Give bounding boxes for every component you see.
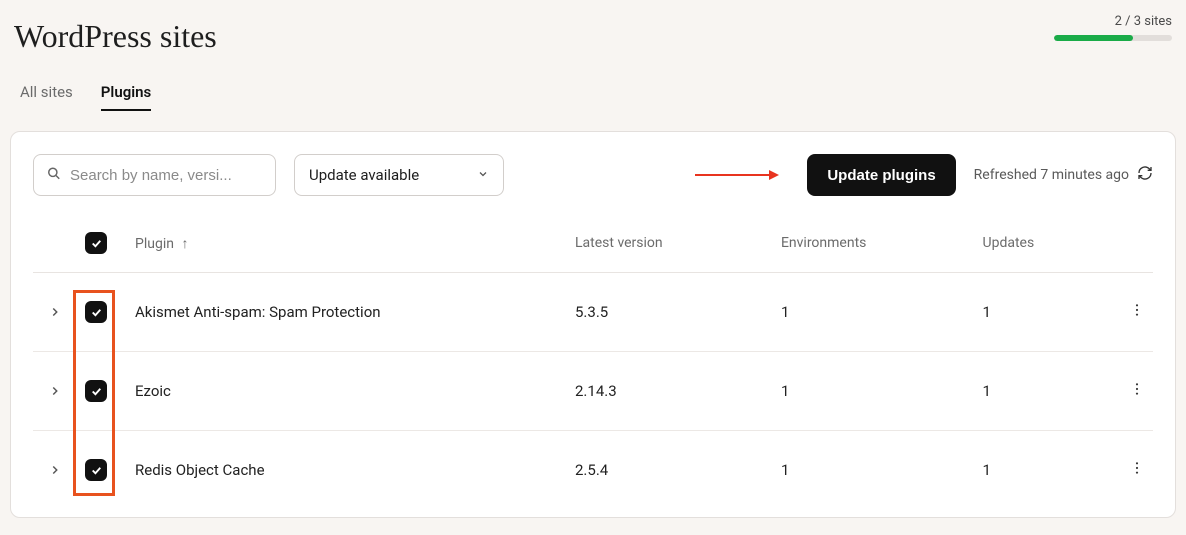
expand-toggle[interactable] xyxy=(41,305,69,319)
tabs: All sites Plugins xyxy=(0,55,1186,111)
table-row: Ezoic 2.14.3 1 1 xyxy=(33,352,1153,431)
filter-value: Update available xyxy=(309,166,419,184)
progress-fill xyxy=(1054,35,1133,41)
environments-count: 1 xyxy=(773,352,975,431)
column-plugin-label: Plugin xyxy=(135,236,174,252)
tab-all-sites[interactable]: All sites xyxy=(20,83,73,111)
table-row: Akismet Anti-spam: Spam Protection 5.3.5… xyxy=(33,273,1153,352)
latest-version: 5.3.5 xyxy=(567,273,773,352)
updates-count: 1 xyxy=(975,352,1110,431)
select-all-checkbox[interactable] xyxy=(85,232,107,254)
updates-count: 1 xyxy=(975,273,1110,352)
updates-count: 1 xyxy=(975,431,1110,510)
row-checkbox[interactable] xyxy=(85,380,107,402)
plugin-name: Akismet Anti-spam: Spam Protection xyxy=(127,273,567,352)
update-plugins-button[interactable]: Update plugins xyxy=(807,154,955,196)
plugins-table: Plugin ↑ Latest version Environments Upd… xyxy=(33,220,1153,509)
row-actions-menu[interactable] xyxy=(1129,381,1145,397)
tab-plugins[interactable]: Plugins xyxy=(101,83,151,111)
column-header-environments[interactable]: Environments xyxy=(773,220,975,273)
expand-toggle[interactable] xyxy=(41,463,69,477)
sort-asc-icon: ↑ xyxy=(181,236,188,252)
latest-version: 2.14.3 xyxy=(567,352,773,431)
environments-count: 1 xyxy=(773,431,975,510)
page-title: WordPress sites xyxy=(14,18,217,55)
row-checkbox[interactable] xyxy=(85,301,107,323)
refresh-icon[interactable] xyxy=(1137,165,1153,185)
filter-select[interactable]: Update available xyxy=(294,154,504,196)
column-header-latest[interactable]: Latest version xyxy=(567,220,773,273)
search-input[interactable] xyxy=(33,154,276,196)
column-header-plugin[interactable]: Plugin ↑ xyxy=(127,220,567,273)
toolbar: Update available Update plugins Refreshe… xyxy=(33,154,1153,196)
search-wrap xyxy=(33,154,276,196)
refreshed-status: Refreshed 7 minutes ago xyxy=(974,165,1153,185)
progress-bar xyxy=(1054,35,1172,41)
row-checkbox[interactable] xyxy=(85,459,107,481)
chevron-down-icon xyxy=(477,166,489,184)
plugins-panel: Update available Update plugins Refreshe… xyxy=(10,131,1176,518)
progress-label: 2 / 3 sites xyxy=(1115,14,1172,29)
plugin-name: Redis Object Cache xyxy=(127,431,567,510)
annotation-arrow xyxy=(695,168,779,182)
plugin-name: Ezoic xyxy=(127,352,567,431)
table-row: Redis Object Cache 2.5.4 1 1 xyxy=(33,431,1153,510)
environments-count: 1 xyxy=(773,273,975,352)
refreshed-label: Refreshed 7 minutes ago xyxy=(974,167,1129,183)
row-actions-menu[interactable] xyxy=(1129,302,1145,318)
row-actions-menu[interactable] xyxy=(1129,460,1145,476)
progress-indicator: 2 / 3 sites xyxy=(1054,14,1172,41)
search-icon xyxy=(47,166,61,185)
column-header-updates[interactable]: Updates xyxy=(975,220,1110,273)
expand-toggle[interactable] xyxy=(41,384,69,398)
latest-version: 2.5.4 xyxy=(567,431,773,510)
